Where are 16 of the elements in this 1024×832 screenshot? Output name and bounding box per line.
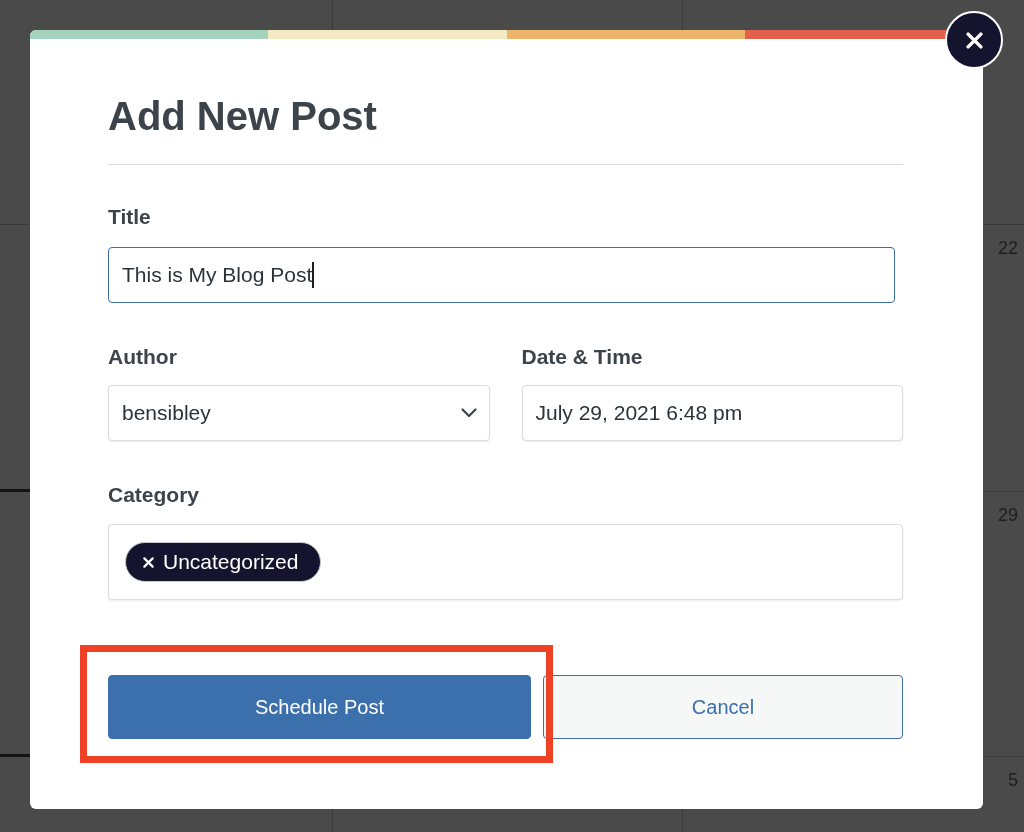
field-label: Category <box>108 483 200 507</box>
dialog-title: Add New Post <box>108 93 377 140</box>
tag-label: Uncategorized <box>163 550 299 574</box>
close-icon <box>965 31 983 49</box>
chevron-down-icon <box>460 408 477 418</box>
field-label: Title <box>108 205 151 229</box>
remove-icon <box>143 556 154 568</box>
author-select[interactable]: bensibley <box>108 385 490 441</box>
date-time-input[interactable]: July 29, 2021 6:48 pm <box>521 385 903 441</box>
text-cursor-icon <box>312 262 314 288</box>
cancel-button[interactable]: Cancel <box>543 675 903 739</box>
field-label: Author <box>108 345 177 369</box>
field-label: Date & Time <box>521 345 643 369</box>
title-input[interactable]: This is My Blog Post <box>108 247 895 303</box>
category-field[interactable]: Uncategorized <box>108 524 903 600</box>
schedule-post-button[interactable]: Schedule Post <box>108 675 531 739</box>
